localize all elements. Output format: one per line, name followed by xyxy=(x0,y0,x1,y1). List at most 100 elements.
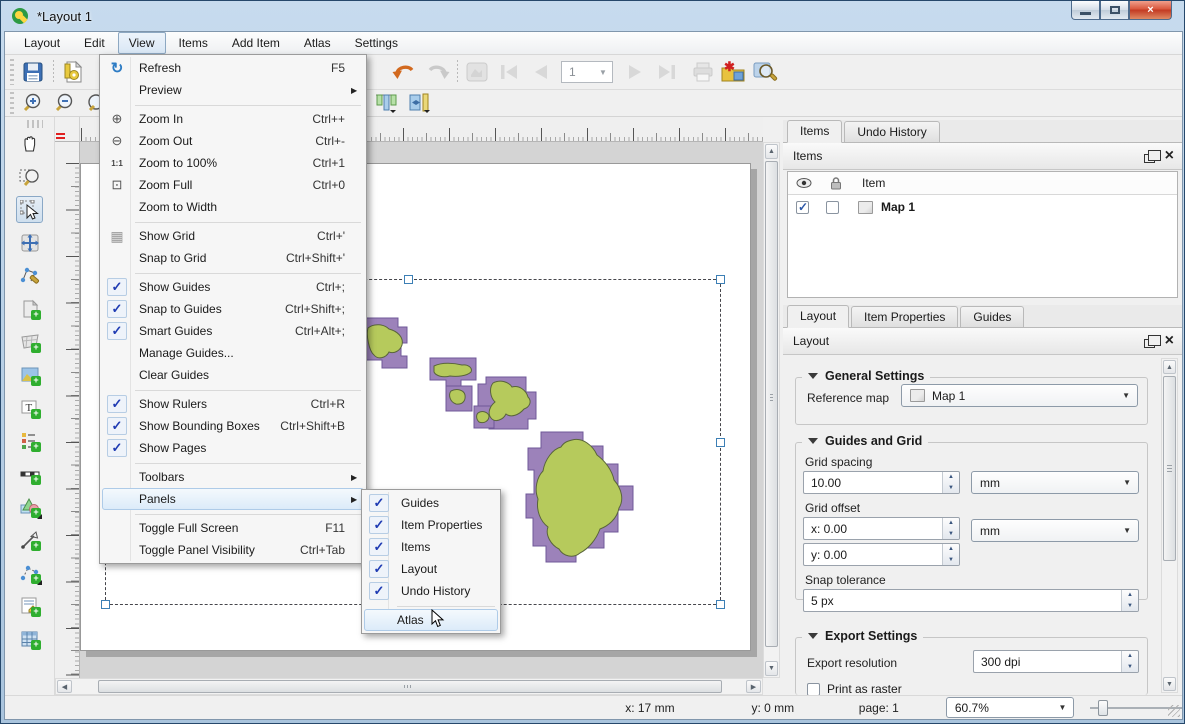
general-settings-title[interactable]: General Settings xyxy=(802,369,930,383)
add-arrow-tool-button[interactable]: + xyxy=(16,526,43,553)
grid-offset-y-spinbox[interactable]: y: 0.00 ▲▼ xyxy=(803,543,960,566)
add-shape-tool-button[interactable]: + xyxy=(16,493,43,520)
toolbar-drag-handle[interactable] xyxy=(10,92,14,114)
zoom-out-button[interactable] xyxy=(51,91,77,115)
edit-nodes-item-tool-button[interactable] xyxy=(16,262,43,289)
item-row-map1[interactable]: Map 1 xyxy=(788,195,1177,219)
menubar-item[interactable]: Layout xyxy=(13,32,71,54)
select-move-item-tool-button[interactable] xyxy=(16,196,43,223)
view-menu-item[interactable]: ▦ Show Grid Ctrl+' xyxy=(102,225,364,247)
view-menu-item[interactable]: Toolbars xyxy=(102,466,364,488)
scroll-down-icon[interactable]: ▼ xyxy=(1163,677,1176,691)
layout-panel-scrollbar[interactable]: ▲ ▼ xyxy=(1161,358,1178,693)
grid-spacing-unit-combobox[interactable]: mm ▼ xyxy=(971,471,1139,494)
dock-tab[interactable]: Undo History xyxy=(844,121,939,142)
next-feature-button[interactable] xyxy=(621,58,649,86)
panels-submenu-item[interactable]: Items xyxy=(364,536,498,558)
view-menu-item[interactable]: ⊡ Zoom Full Ctrl+0 xyxy=(102,174,364,196)
panels-submenu-item[interactable]: Guides xyxy=(364,492,498,514)
view-menu-item[interactable]: Zoom to Width xyxy=(102,196,364,218)
float-panel-icon[interactable] xyxy=(1144,339,1155,348)
add-page-tool-button[interactable]: + xyxy=(16,295,43,322)
add-node-item-tool-button[interactable]: + xyxy=(16,559,43,586)
grid-spacing-spinbox[interactable]: 10.00 ▲▼ xyxy=(803,471,960,494)
visibility-checkbox[interactable] xyxy=(796,201,809,214)
distribute-items-dropdown-button[interactable] xyxy=(407,91,433,115)
selection-handle-right-middle[interactable] xyxy=(716,438,725,447)
zoom-tool-button[interactable] xyxy=(16,163,43,190)
view-menu-item[interactable]: Toggle Panel Visibility Ctrl+Tab xyxy=(102,539,364,561)
last-feature-button[interactable] xyxy=(653,58,681,86)
selection-handle-bottom-left[interactable] xyxy=(101,600,110,609)
snap-tolerance-spinbox[interactable]: 5 px ▲▼ xyxy=(803,589,1139,612)
dock-tab[interactable]: Guides xyxy=(960,306,1024,327)
canvas-vertical-scrollbar[interactable]: ▲ ▼ xyxy=(763,142,780,678)
spinner-arrows[interactable]: ▲▼ xyxy=(1121,590,1138,611)
lock-checkbox[interactable] xyxy=(826,201,839,214)
reference-map-combobox[interactable]: Map 1 ▼ xyxy=(901,384,1138,407)
zoom-level-combobox[interactable]: 60.7% ▼ xyxy=(946,697,1075,718)
spinner-arrows[interactable]: ▲▼ xyxy=(942,472,959,493)
scroll-up-icon[interactable]: ▲ xyxy=(765,144,778,159)
grid-offset-unit-combobox[interactable]: mm ▼ xyxy=(971,519,1139,542)
minimize-button[interactable] xyxy=(1071,1,1100,20)
save-project-button[interactable] xyxy=(19,58,47,86)
maximize-button[interactable] xyxy=(1100,1,1129,20)
print-atlas-button[interactable] xyxy=(689,58,717,86)
add-attribute-table-tool-button[interactable]: + xyxy=(16,625,43,652)
view-menu-item[interactable]: Panels xyxy=(102,488,364,510)
menubar-item[interactable]: View xyxy=(118,32,166,54)
view-menu-item[interactable]: Preview xyxy=(102,79,364,101)
selection-handle-top-middle[interactable] xyxy=(404,275,413,284)
scroll-left-icon[interactable]: ◀ xyxy=(57,680,72,693)
panel-scroll-thumb[interactable] xyxy=(1163,376,1176,561)
add-label-tool-button[interactable]: T + xyxy=(16,394,43,421)
close-panel-icon[interactable]: × xyxy=(1165,148,1174,164)
add-legend-tool-button[interactable]: + xyxy=(16,427,43,454)
export-settings-title[interactable]: Export Settings xyxy=(802,629,923,643)
view-menu-item[interactable]: ↻ Refresh F5 xyxy=(102,57,364,79)
add-picture-tool-button[interactable]: + xyxy=(16,361,43,388)
menubar-item[interactable]: Items xyxy=(168,32,219,54)
atlas-settings-button[interactable] xyxy=(751,58,779,86)
dock-tab[interactable]: Layout xyxy=(787,305,849,328)
add-html-tool-button[interactable]: + xyxy=(16,592,43,619)
redo-button[interactable] xyxy=(424,58,452,86)
view-menu-item[interactable]: Toggle Full Screen F11 xyxy=(102,517,364,539)
menubar-item[interactable]: Edit xyxy=(73,32,116,54)
undo-button[interactable] xyxy=(390,58,418,86)
view-menu-item[interactable]: 1:1 Zoom to 100% Ctrl+1 xyxy=(102,152,364,174)
panels-submenu-item[interactable]: Layout xyxy=(364,558,498,580)
scroll-up-icon[interactable]: ▲ xyxy=(1163,360,1176,374)
move-item-content-tool-button[interactable] xyxy=(16,229,43,256)
dock-tab[interactable]: Item Properties xyxy=(851,306,958,327)
atlas-feature-combobox[interactable]: 1 ▼ xyxy=(561,61,613,83)
selection-handle-bottom-right[interactable] xyxy=(716,600,725,609)
menubar-item[interactable]: Add Item xyxy=(221,32,291,54)
export-resolution-spinbox[interactable]: 300 dpi ▲▼ xyxy=(973,650,1139,673)
pan-tool-button[interactable] xyxy=(16,130,43,157)
scroll-down-icon[interactable]: ▼ xyxy=(765,661,778,676)
spinner-arrows[interactable]: ▲▼ xyxy=(942,544,959,565)
view-menu-item[interactable]: ⊖ Zoom Out Ctrl+- xyxy=(102,130,364,152)
new-layout-button[interactable] xyxy=(59,58,87,86)
view-menu-item[interactable]: Snap to Guides Ctrl+Shift+; xyxy=(102,298,364,320)
view-menu-item[interactable]: Show Rulers Ctrl+R xyxy=(102,393,364,415)
view-menu-item[interactable]: Show Guides Ctrl+; xyxy=(102,276,364,298)
zoom-in-button[interactable] xyxy=(19,91,45,115)
view-menu-item[interactable]: Show Bounding Boxes Ctrl+Shift+B xyxy=(102,415,364,437)
view-menu-item[interactable]: ⊕ Zoom In Ctrl++ xyxy=(102,108,364,130)
view-menu-item[interactable]: Snap to Grid Ctrl+Shift+' xyxy=(102,247,364,269)
close-button[interactable]: × xyxy=(1129,1,1172,20)
menubar-item[interactable]: Atlas xyxy=(293,32,342,54)
first-feature-button[interactable] xyxy=(495,58,523,86)
add-scalebar-tool-button[interactable]: + xyxy=(16,460,43,487)
align-items-dropdown-button[interactable] xyxy=(373,91,399,115)
selection-handle-top-right[interactable] xyxy=(716,275,725,284)
canvas-horizontal-scrollbar[interactable]: ◀ ▶ xyxy=(55,678,763,695)
view-menu-item[interactable]: Clear Guides xyxy=(102,364,364,386)
view-menu-item[interactable]: Show Pages xyxy=(102,437,364,459)
toolbox-drag-handle[interactable] xyxy=(27,120,43,128)
spinner-arrows[interactable]: ▲▼ xyxy=(1121,651,1138,672)
view-menu-item[interactable]: Smart Guides Ctrl+Alt+; xyxy=(102,320,364,342)
